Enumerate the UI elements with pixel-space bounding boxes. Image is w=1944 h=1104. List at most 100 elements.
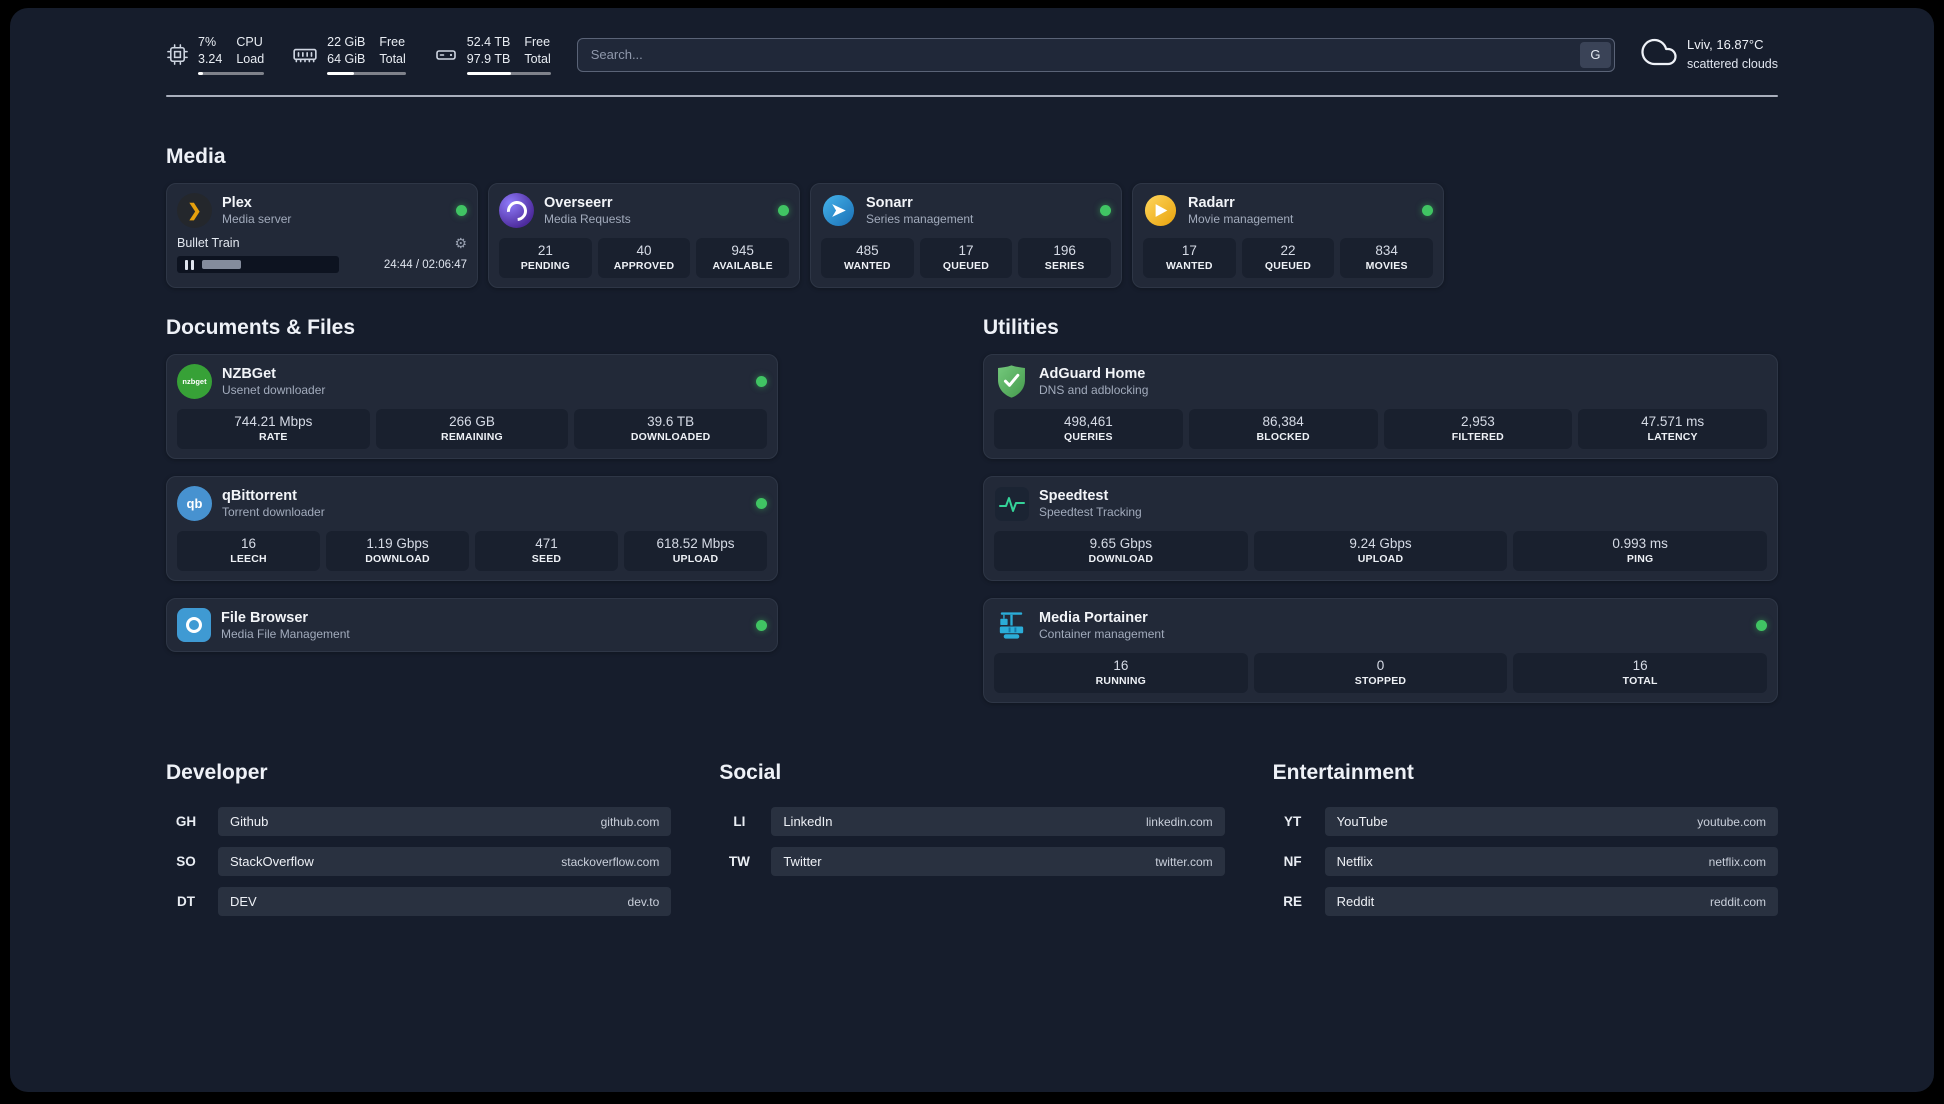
app-card-radarr[interactable]: Radarr Movie management 17 WANTED 22 QUEUE… [1132, 183, 1444, 288]
radarr-icon [1143, 193, 1178, 228]
app-name: Plex [222, 195, 252, 211]
ram-total-value: 64 GiB [327, 52, 366, 66]
app-card-adguard[interactable]: AdGuard Home DNS and adblocking 498,461 Q… [983, 354, 1778, 459]
disk-total-value: 97.9 TB [466, 52, 511, 66]
cpu-load-label: Load [236, 52, 265, 66]
app-name: Media Portainer [1039, 610, 1148, 626]
search-engine-button[interactable]: G [1579, 41, 1611, 68]
link-row-reddit: RE Reddit reddit.com [1273, 887, 1778, 916]
app-subtitle: DNS and adblocking [1039, 383, 1149, 397]
speedtest-icon [994, 486, 1029, 521]
app-card-plex[interactable]: ❯ Plex Media server Bullet Train ⚙ 24:44… [166, 183, 478, 288]
app-subtitle: Usenet downloader [222, 383, 326, 397]
stat-box: 39.6 TB DOWNLOADED [574, 409, 767, 449]
cpu-usage-bar [198, 71, 265, 75]
stat-box: 2,953 FILTERED [1383, 409, 1573, 449]
app-card-overseerr[interactable]: Overseerr Media Requests 21 PENDING 40 APP… [488, 183, 800, 288]
weather-widget: Lviv, 16.87°C scattered clouds [1641, 34, 1778, 75]
stat-box: 498,461 QUERIES [994, 409, 1183, 449]
link-row-stackoverflow: SO StackOverflow stackoverflow.com [166, 847, 672, 876]
app-subtitle: Movie management [1188, 212, 1294, 226]
app-card-nzbget[interactable]: nzbget NZBGet Usenet downloader 744.21 M… [166, 354, 778, 459]
playback-time: 24:44 / 02:06:47 [383, 258, 467, 271]
adguard-icon [994, 364, 1029, 399]
progress-fill [202, 260, 241, 269]
search-input[interactable] [577, 47, 1577, 62]
app-name: NZBGet [222, 366, 276, 382]
link-dev[interactable]: DEV dev.to [218, 887, 672, 916]
link-twitter[interactable]: Twitter twitter.com [771, 847, 1225, 876]
now-playing-title: Bullet Train [177, 236, 240, 250]
link-youtube[interactable]: YouTube youtube.com [1324, 807, 1778, 836]
stat-box: 945 AVAILABLE [696, 238, 789, 278]
stat-box: 16 LEECH [177, 531, 320, 571]
link-row-netflix: NF Netflix netflix.com [1273, 847, 1778, 876]
stat-box: 17 QUEUED [919, 238, 1013, 278]
app-name: Sonarr [866, 195, 913, 211]
app-card-speedtest[interactable]: Speedtest Speedtest Tracking 9.65 Gbps DO… [983, 476, 1778, 581]
app-name: File Browser [221, 609, 309, 626]
section-title-documents: Documents & Files [166, 316, 356, 339]
disk-total-label: Total [524, 52, 551, 66]
status-dot [756, 498, 767, 509]
link-github[interactable]: Github github.com [218, 807, 672, 836]
stat-box: 196 SERIES [1018, 238, 1111, 278]
dashboard: 7% 3.24 CPU Load 22 GiB 64 GiB Free Tota… [10, 8, 1934, 1092]
section-title-developer: Developer [166, 761, 268, 784]
link-abbr: YT [1284, 814, 1302, 829]
app-card-portainer[interactable]: Media Portainer Container management 16 R… [983, 598, 1778, 703]
stat-box: 485 WANTED [821, 238, 914, 278]
section-title-entertainment: Entertainment [1272, 761, 1414, 784]
link-abbr: LI [733, 814, 746, 829]
cloud-icon [1641, 34, 1677, 75]
app-name: qBittorrent [222, 488, 297, 504]
pause-icon[interactable] [181, 259, 198, 270]
top-bar: 7% 3.24 CPU Load 22 GiB 64 GiB Free Tota… [166, 34, 1778, 75]
stat-box: 17 WANTED [1143, 238, 1236, 278]
ram-free-value: 22 GiB [327, 35, 366, 50]
link-reddit[interactable]: Reddit reddit.com [1324, 887, 1778, 916]
link-abbr: DT [177, 894, 195, 909]
status-dot [756, 376, 767, 387]
stat-box: 0 STOPPED [1253, 653, 1508, 693]
cpu-label: CPU [236, 35, 263, 50]
section-title-social: Social [719, 761, 782, 784]
app-card-filebrowser[interactable]: File Browser Media File Management [166, 598, 778, 652]
status-dot [1756, 620, 1767, 631]
section-utilities: Utilities AdGuard Home DNS and adblockin… [983, 316, 1778, 703]
disk-icon [434, 43, 458, 67]
stat-box: 834 MOVIES [1340, 238, 1433, 278]
link-abbr: NF [1283, 854, 1302, 869]
gear-icon[interactable]: ⚙ [454, 236, 467, 250]
section-entertainment: Entertainment YT YouTube youtube.com NF … [1273, 761, 1778, 927]
cpu-monitor: 7% 3.24 CPU Load [166, 34, 265, 75]
link-netflix[interactable]: Netflix netflix.com [1324, 847, 1778, 876]
playback-progress-bar[interactable] [177, 256, 340, 273]
app-subtitle: Speedtest Tracking [1039, 505, 1142, 519]
ram-total-label: Total [379, 52, 406, 66]
app-card-sonarr[interactable]: Sonarr Series management 485 WANTED 17 QUE… [810, 183, 1122, 288]
weather-condition: scattered clouds [1686, 56, 1778, 71]
section-title-utilities: Utilities [983, 316, 1059, 339]
stat-box: 744.21 Mbps RATE [177, 409, 370, 449]
disk-free-value: 52.4 TB [466, 35, 511, 50]
cpu-icon [166, 43, 189, 66]
app-card-qbittorrent[interactable]: qb qBittorrent Torrent downloader 16 LEEC… [166, 476, 778, 581]
stat-box: 266 GB REMAINING [375, 409, 569, 449]
link-linkedin[interactable]: LinkedIn linkedin.com [771, 807, 1225, 836]
status-dot [1422, 205, 1433, 216]
app-name: AdGuard Home [1039, 366, 1146, 382]
link-abbr: GH [175, 814, 197, 829]
portainer-icon [994, 608, 1029, 643]
stat-box: 86,384 BLOCKED [1188, 409, 1378, 449]
overseerr-icon [499, 193, 534, 228]
stat-box: 9.24 Gbps UPLOAD [1253, 531, 1508, 571]
cpu-percent: 7% [198, 35, 217, 50]
app-name: Overseerr [544, 195, 613, 211]
section-developer: Developer GH Github github.com SO StackO… [166, 761, 672, 927]
link-stackoverflow[interactable]: StackOverflow stackoverflow.com [218, 847, 672, 876]
header-divider [166, 95, 1778, 97]
app-subtitle: Series management [866, 212, 974, 226]
nzbget-icon: nzbget [177, 364, 212, 399]
system-monitors: 7% 3.24 CPU Load 22 GiB 64 GiB Free Tota… [166, 34, 551, 75]
